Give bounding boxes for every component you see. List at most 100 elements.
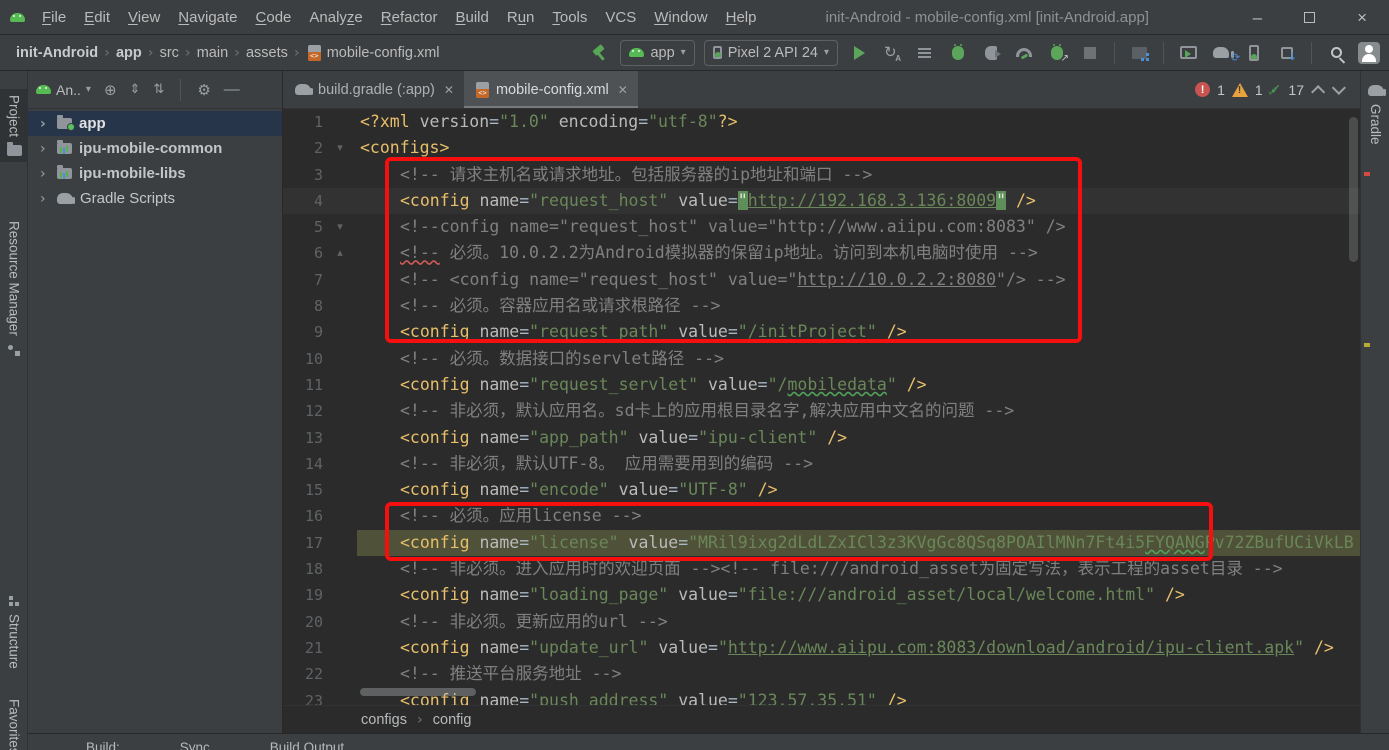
project-view-selector[interactable]: An.. ▾ (36, 82, 91, 98)
attach-debugger-to-process-button[interactable] (1045, 41, 1069, 65)
code-line-21[interactable]: 21<config name="update_url" value="http:… (283, 635, 1360, 661)
code-editor[interactable]: 1<?xml version="1.0" encoding="utf-8"?>2… (283, 109, 1360, 705)
tool-tab-resource-manager[interactable]: Resource Manager (0, 221, 28, 356)
hide-panel-button[interactable]: — (224, 81, 240, 99)
menu-build[interactable]: Build (446, 5, 497, 30)
menu-view[interactable]: View (119, 5, 169, 30)
tab-mobile-config[interactable]: mobile-config.xml ✕ (464, 71, 638, 108)
tree-item-app[interactable]: › app (28, 111, 282, 136)
expand-all-button[interactable]: ⇕ (130, 82, 141, 97)
tree-item-gradle-scripts[interactable]: › Gradle Scripts (28, 186, 282, 211)
locate-file-button[interactable]: ⊕ (104, 81, 117, 99)
vertical-scrollbar[interactable] (1349, 117, 1358, 262)
code-line-7[interactable]: 7<!-- <config name="request_host" value=… (283, 267, 1360, 293)
menu-tools[interactable]: Tools (543, 5, 596, 30)
menu-analyze[interactable]: Analyze (300, 5, 371, 30)
code-line-15[interactable]: 15<config name="encode" value="UTF-8" /> (283, 477, 1360, 503)
menu-navigate[interactable]: Navigate (169, 5, 246, 30)
tool-tab-project[interactable]: Project (0, 89, 28, 162)
code-line-11[interactable]: 11<config name="request_servlet" value="… (283, 372, 1360, 398)
menu-window[interactable]: Window (645, 5, 716, 30)
maximize-button[interactable] (1304, 9, 1315, 26)
build-label[interactable]: Build: (86, 740, 120, 750)
gradle-sync-button[interactable] (1209, 41, 1233, 65)
nav-crumb-app[interactable]: app (114, 45, 144, 61)
tab-build-gradle[interactable]: build.gradle (:app) ✕ (283, 71, 464, 108)
stop-button[interactable] (1078, 41, 1102, 65)
close-tab-icon[interactable]: ✕ (442, 83, 454, 97)
code-line-4[interactable]: 4<config name="request_host" value="http… (283, 188, 1360, 214)
nav-crumb-file[interactable]: mobile-config.xml (325, 45, 442, 61)
nav-crumb-src[interactable]: src (158, 45, 181, 61)
menu-help[interactable]: Help (717, 5, 766, 30)
tool-tab-structure[interactable]: Structure (0, 596, 28, 669)
debug-button[interactable] (946, 41, 970, 65)
code-line-20[interactable]: 20<!-- 非必须。更新应用的url --> (283, 609, 1360, 635)
code-line-14[interactable]: 14<!-- 非必须，默认UTF-8。 应用需要用到的编码 --> (283, 451, 1360, 477)
menu-code[interactable]: Code (247, 5, 301, 30)
sync-tab-label[interactable]: Sync (180, 740, 210, 750)
menu-run[interactable]: Run (498, 5, 544, 30)
code-line-8[interactable]: 8<!-- 必须。容器应用名或请求根路径 --> (283, 293, 1360, 319)
tree-item-ipu-mobile-common[interactable]: › ipu-mobile-common (28, 136, 282, 161)
code-line-17[interactable]: 17<config name="license" value="MRil9ixg… (283, 530, 1360, 556)
search-everywhere-button[interactable] (1324, 41, 1348, 65)
attach-debugger-button[interactable] (979, 41, 1003, 65)
code-line-9[interactable]: 9<config name="request_path" value="/ini… (283, 319, 1360, 345)
menu-edit[interactable]: Edit (75, 5, 119, 30)
tool-tab-gradle[interactable]: Gradle (1361, 85, 1389, 145)
warning-stripe-mark[interactable] (1364, 343, 1370, 347)
nav-crumb-project[interactable]: init-Android (14, 45, 100, 61)
collapse-all-button[interactable]: ⇅ (153, 82, 164, 97)
menu-file[interactable]: File (33, 5, 75, 30)
code-line-18[interactable]: 18<!-- 非必须。进入应用时的欢迎页面 --><!-- file:///an… (283, 556, 1360, 582)
code-line-3[interactable]: 3<!-- 请求主机名或请求地址。包括服务器的ip地址和端口 --> (283, 162, 1360, 188)
expand-chevron-icon[interactable]: › (40, 141, 50, 157)
code-line-16[interactable]: 16<!-- 必须。应用license --> (283, 503, 1360, 529)
build-output-tab-label[interactable]: Build Output (270, 740, 344, 750)
fold-up-icon[interactable]: ▴ (323, 240, 357, 266)
horizontal-scrollbar[interactable] (360, 688, 476, 696)
device-file-explorer-button[interactable] (1127, 41, 1151, 65)
apply-code-changes-button[interactable] (913, 41, 937, 65)
apply-changes-button[interactable] (880, 41, 904, 65)
menu-vcs[interactable]: VCS (596, 5, 645, 30)
fold-down-icon[interactable]: ▾ (323, 214, 357, 240)
expand-chevron-icon[interactable]: › (40, 191, 50, 207)
code-line-12[interactable]: 12<!-- 非必须，默认应用名。sd卡上的应用根目录名字,解决应用中文名的问题… (283, 398, 1360, 424)
breadcrumb-config[interactable]: config (433, 712, 472, 728)
tool-tab-favorites[interactable]: Favorites (0, 699, 28, 750)
error-stripe-mark[interactable] (1364, 172, 1370, 176)
sdk-manager-button[interactable] (1275, 41, 1299, 65)
close-button[interactable]: × (1357, 9, 1367, 26)
code-line-1[interactable]: 1<?xml version="1.0" encoding="utf-8"?> (283, 109, 1360, 135)
close-tab-icon[interactable]: ✕ (616, 83, 628, 97)
gear-icon[interactable]: ⚙ (197, 81, 210, 99)
previous-problem-button[interactable] (1311, 85, 1325, 99)
expand-chevron-icon[interactable]: › (40, 116, 50, 132)
run-configuration-select[interactable]: app ▾ (620, 40, 694, 66)
tree-item-ipu-mobile-libs[interactable]: › ipu-mobile-libs (28, 161, 282, 186)
expand-chevron-icon[interactable]: › (40, 166, 50, 182)
make-project-button[interactable] (587, 41, 611, 65)
code-line-6[interactable]: 6▴<!-- 必须。10.0.2.2为Android模拟器的保留ip地址。访问到… (283, 240, 1360, 266)
nav-crumb-assets[interactable]: assets (244, 45, 290, 61)
device-select[interactable]: Pixel 2 API 24 ▾ (704, 40, 838, 66)
code-line-10[interactable]: 10<!-- 必须。数据接口的servlet路径 --> (283, 346, 1360, 372)
menu-refactor[interactable]: Refactor (372, 5, 447, 30)
run-button[interactable] (847, 41, 871, 65)
code-line-22[interactable]: 22<!-- 推送平台服务地址 --> (283, 661, 1360, 687)
code-line-5[interactable]: 5▾<!--config name="request_host" value="… (283, 214, 1360, 240)
nav-crumb-main[interactable]: main (195, 45, 230, 61)
breadcrumb-configs[interactable]: configs (361, 712, 407, 728)
device-manager-button[interactable] (1242, 41, 1266, 65)
code-line-2[interactable]: 2▾<configs> (283, 135, 1360, 161)
avd-manager-button[interactable] (1176, 41, 1200, 65)
fold-down-icon[interactable]: ▾ (323, 135, 357, 161)
inspections-widget[interactable]: ! 1 1 ✓ 17 (1195, 71, 1360, 108)
next-problem-button[interactable] (1332, 80, 1346, 94)
code-line-13[interactable]: 13<config name="app_path" value="ipu-cli… (283, 425, 1360, 451)
profile-avatar-button[interactable] (1357, 41, 1381, 65)
minimize-button[interactable]: – (1253, 9, 1262, 26)
code-line-19[interactable]: 19<config name="loading_page" value="fil… (283, 582, 1360, 608)
